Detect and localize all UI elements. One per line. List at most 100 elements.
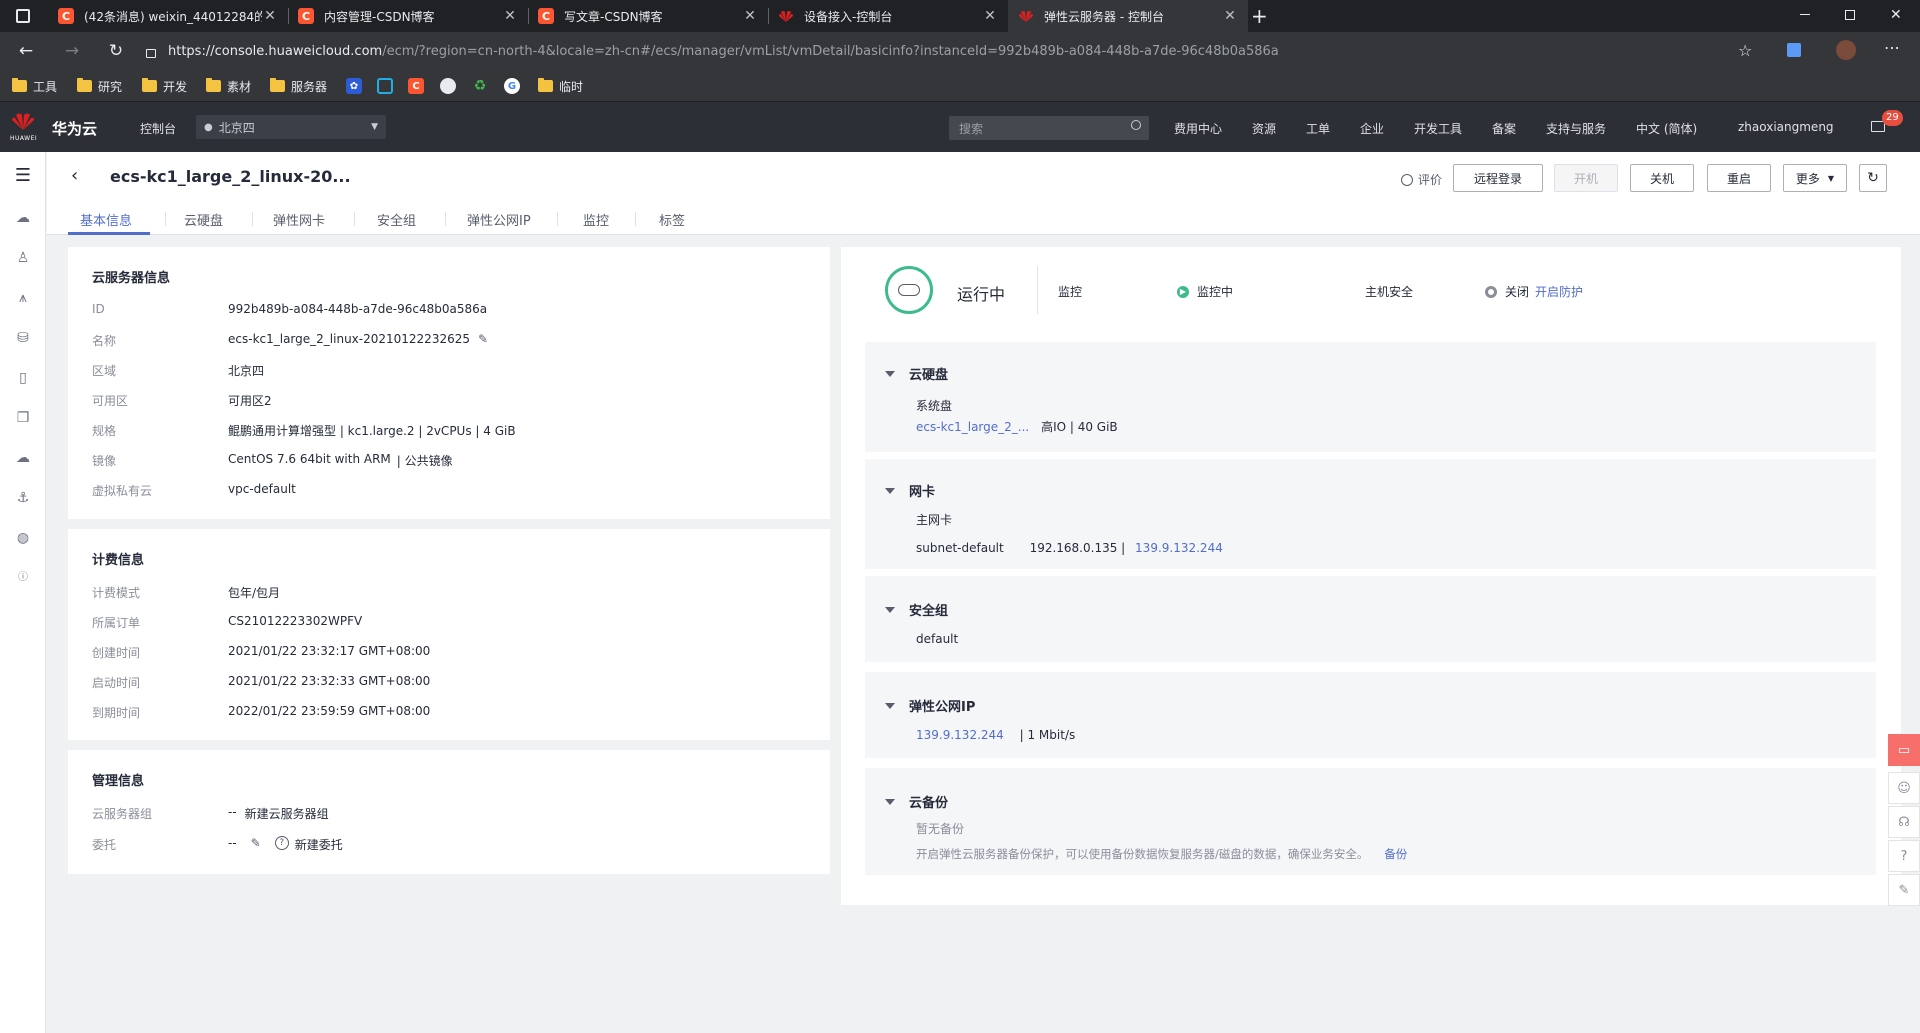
tab-basic-info[interactable]: 基本信息 [80,210,132,229]
tab-security-groups[interactable]: 安全组 [377,210,416,229]
more-button[interactable]: 更多 ▼ [1783,164,1847,192]
tab-actions-icon[interactable] [16,9,30,23]
nav-username[interactable]: zhaoxiangmeng [1738,120,1834,134]
feedback-button[interactable]: ▭ [1888,734,1920,766]
help-icon[interactable]: ? [274,836,289,850]
close-icon[interactable]: ✕ [1222,8,1238,24]
eip-section-header[interactable]: 弹性公网IP [885,696,975,715]
menu-icon[interactable]: ⋯ [1884,38,1900,57]
globe-icon[interactable]: ◍ [13,528,33,548]
users-icon[interactable]: ♙ [13,248,33,268]
disk-section-header[interactable]: 云硬盘 [885,364,948,383]
reboot-button[interactable]: 重启 [1707,164,1771,192]
restore-icon[interactable] [1845,10,1855,20]
huawei-logo[interactable] [10,111,36,131]
enable-protection-link[interactable]: 开启防护 [1535,283,1583,300]
baidu-icon[interactable]: ✿ [346,78,362,94]
menu-icon[interactable]: ☰ [13,166,33,186]
back-icon[interactable]: ‹ [71,165,78,186]
recycle-icon[interactable]: ♻ [472,78,488,94]
nav-language[interactable]: 中文 (简体) [1636,120,1697,137]
nav-resources[interactable]: 资源 [1252,120,1276,137]
start-button[interactable]: 开机 [1554,164,1618,192]
network-icon[interactable]: ⩚ [13,288,33,308]
close-icon[interactable]: ✕ [262,8,278,24]
storage-icon[interactable]: ⛁ [13,328,33,348]
google-icon[interactable]: G [504,78,520,94]
bookmark-folder-tools[interactable]: 工具 [12,77,57,95]
close-icon[interactable]: ✕ [742,8,758,24]
search-input[interactable]: 搜索 [949,116,1149,140]
nav-billing[interactable]: 费用中心 [1174,120,1222,137]
copy-icon[interactable]: ❐ [13,408,33,428]
brand-name[interactable]: 华为云 [52,118,97,139]
order-link[interactable]: CS21012223302WPFV [228,614,362,631]
create-server-group-link[interactable]: 新建云服务器组 [245,805,329,822]
url-field[interactable]: https://console.huaweicloud.com/ecm/?reg… [140,37,1740,65]
stop-button[interactable]: 关机 [1630,164,1694,192]
window-close-icon[interactable]: ✕ [1890,7,1902,23]
edit-icon[interactable]: ✎ [251,836,261,853]
bilibili-icon[interactable] [377,78,393,94]
anchor-icon[interactable]: ⚓ [13,488,33,508]
edit-icon[interactable]: ✎ [478,332,488,349]
browser-tab-2[interactable]: C 内容管理-CSDN博客 ✕ [288,0,528,32]
browser-tab-3[interactable]: C 写文章-CSDN博客 ✕ [528,0,768,32]
rate-button[interactable]: 评价 [1401,171,1442,188]
ip-icon[interactable]: ⓘ [13,568,33,588]
bookmark-folder-temp[interactable]: 临时 [538,77,583,95]
nav-enterprise[interactable]: 企业 [1360,120,1384,137]
forward-icon[interactable]: → [62,41,82,61]
close-icon[interactable]: ✕ [982,8,998,24]
nav-filing[interactable]: 备案 [1492,120,1516,137]
customer-service-icon[interactable]: ☊ [1888,806,1920,838]
avatar[interactable] [1836,40,1856,60]
tab-disks[interactable]: 云硬盘 [184,210,223,229]
github-icon[interactable] [440,78,456,94]
disk-link[interactable]: ecs-kc1_large_2_... [916,420,1029,434]
favorites-icon[interactable]: ☆ [1738,41,1752,60]
collections-icon[interactable] [1787,43,1801,57]
bookmark-folder-assets[interactable]: 素材 [206,77,251,95]
nav-tickets[interactable]: 工单 [1306,120,1330,137]
nav-dev-tools[interactable]: 开发工具 [1414,120,1462,137]
new-tab-icon[interactable]: + [1251,4,1268,28]
security-group-link[interactable]: default [916,632,958,646]
vpc-link[interactable]: vpc-default [228,482,296,499]
tab-monitoring[interactable]: 监控 [583,210,609,229]
backup-section-header[interactable]: 云备份 [885,792,948,811]
nav-support[interactable]: 支持与服务 [1546,120,1606,137]
reload-icon[interactable]: ↻ [106,41,126,61]
bookmark-folder-servers[interactable]: 服务器 [270,77,327,95]
eip-address-link[interactable]: 139.9.132.244 [916,728,1004,742]
tab-eip[interactable]: 弹性公网IP [467,210,531,229]
refresh-button[interactable]: ↻ [1859,164,1887,192]
smile-icon[interactable]: ☺ [1888,772,1920,804]
cloud-icon[interactable]: ☁ [13,448,33,468]
backup-link[interactable]: 备份 [1384,847,1407,861]
tab-nics[interactable]: 弹性网卡 [273,210,325,229]
minimize-icon[interactable] [1800,14,1810,15]
browser-tab-5[interactable]: 弹性云服务器 - 控制台 ✕ [1008,0,1248,32]
console-link[interactable]: 控制台 [140,120,176,137]
nic-section-header[interactable]: 网卡 [885,481,935,500]
csdn-icon[interactable]: C [408,78,424,94]
region-select[interactable]: ● 北京四 ▼ [196,115,386,139]
bookmark-folder-research[interactable]: 研究 [77,77,122,95]
create-agency-link[interactable]: 新建委托 [295,836,343,853]
eip-link[interactable]: 139.9.132.244 [1135,541,1223,555]
help-icon[interactable]: ? [1888,840,1920,872]
notes-icon[interactable]: ✎ [1888,874,1920,906]
document-icon[interactable]: ▯ [13,368,33,388]
image-link[interactable]: CentOS 7.6 64bit with ARM [228,452,391,469]
search-icon[interactable] [1131,120,1141,130]
cloud-server-icon[interactable]: ☁ [13,208,33,228]
close-icon[interactable]: ✕ [502,8,518,24]
back-icon[interactable]: ← [16,41,36,61]
tab-tags[interactable]: 标签 [659,210,685,229]
bookmark-folder-dev[interactable]: 开发 [142,77,187,95]
browser-tab-4[interactable]: 设备接入-控制台 ✕ [768,0,1008,32]
browser-tab-1[interactable]: C (42条消息) weixin_44012284的博 ✕ [48,0,288,32]
remote-login-button[interactable]: 远程登录 [1453,164,1543,192]
security-group-header[interactable]: 安全组 [885,600,948,619]
